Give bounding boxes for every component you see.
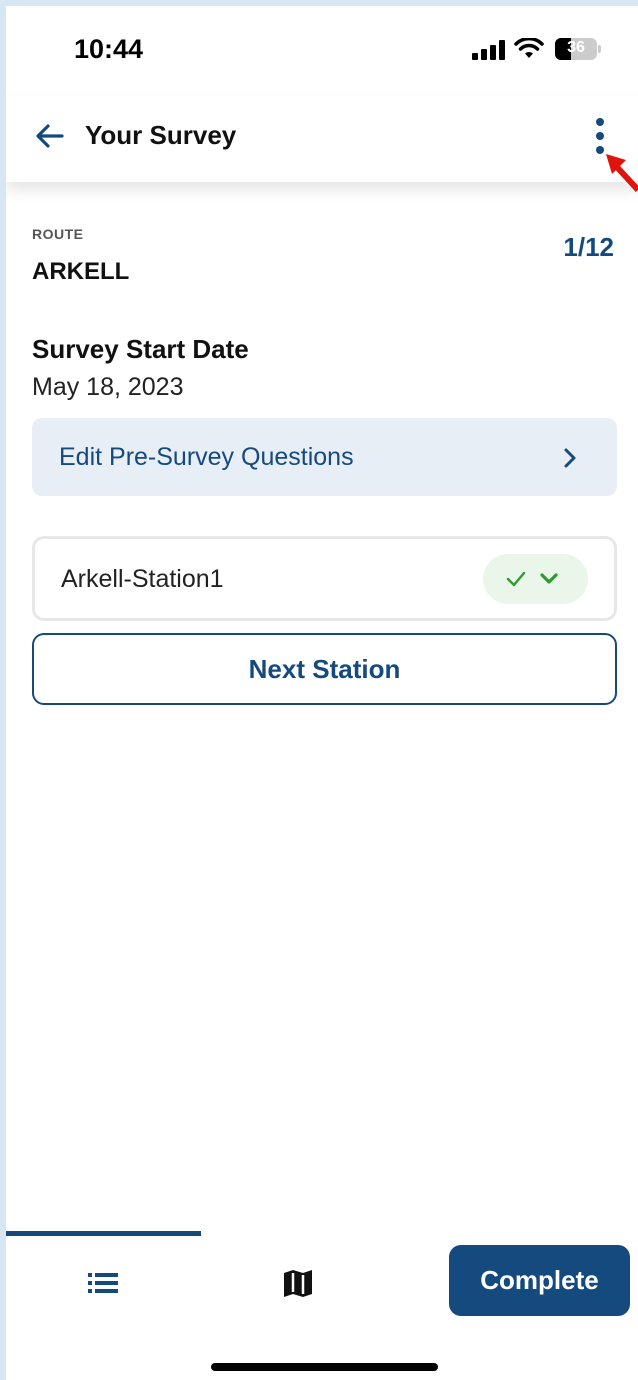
wifi-icon	[514, 38, 544, 58]
edit-pre-survey-questions-button[interactable]: Edit Pre-Survey Questions	[32, 418, 617, 496]
complete-button[interactable]: Complete	[449, 1245, 630, 1316]
active-tab-indicator	[6, 1231, 201, 1236]
route-name: ARKELL	[32, 258, 130, 285]
chevron-right-icon	[564, 448, 576, 468]
survey-start-date-value: May 18, 2023	[32, 373, 184, 401]
cellular-signal-icon	[472, 40, 505, 60]
battery-icon: 36	[555, 38, 597, 60]
station-name: Arkell-Station1	[61, 565, 224, 593]
app-header: Your Survey	[6, 96, 638, 182]
chevron-down-icon	[540, 573, 558, 584]
survey-start-date-heading: Survey Start Date	[32, 334, 249, 364]
map-icon[interactable]	[282, 1267, 314, 1299]
next-station-button[interactable]: Next Station	[32, 633, 617, 705]
back-arrow-icon[interactable]	[30, 116, 70, 156]
app-screen: 10:44 36 Your Survey ROUTE ARKELL 1/12 S…	[6, 6, 638, 1380]
battery-level: 36	[567, 39, 585, 56]
station-counter: 1/12	[563, 232, 614, 262]
status-bar: 10:44 36	[6, 6, 638, 96]
page-title: Your Survey	[85, 120, 237, 150]
check-icon	[506, 571, 526, 587]
status-time: 10:44	[74, 34, 144, 64]
list-icon[interactable]	[86, 1270, 120, 1296]
home-indicator	[211, 1363, 438, 1371]
pre-survey-label: Edit Pre-Survey Questions	[59, 443, 354, 471]
annotation-arrow-icon	[606, 154, 638, 193]
battery-cap	[598, 45, 601, 53]
station-status-toggle[interactable]	[483, 554, 588, 604]
station-card[interactable]: Arkell-Station1	[32, 536, 617, 621]
route-label: ROUTE	[32, 226, 84, 242]
